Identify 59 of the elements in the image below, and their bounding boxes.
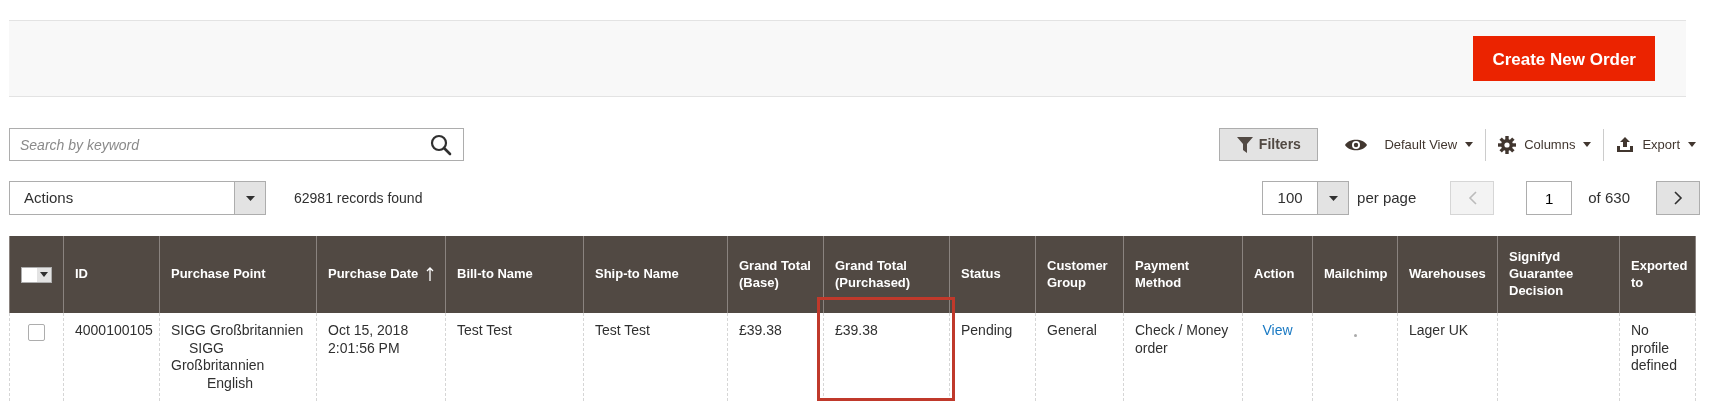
row-checkbox[interactable]	[28, 324, 45, 341]
column-header[interactable]: Exported to	[1619, 236, 1696, 313]
create-new-order-button[interactable]: Create New Order	[1473, 36, 1655, 81]
table-cell: Oct 15, 2018 2:01:56 PM	[316, 313, 446, 401]
column-header[interactable]: Warehouses	[1397, 236, 1498, 313]
column-header[interactable]: Signifyd Guarantee Decision	[1497, 236, 1620, 313]
column-header[interactable]: Purchase Point	[159, 236, 317, 313]
purchase-point-line: English	[206, 374, 254, 392]
per-page-select[interactable]: 100	[1262, 181, 1350, 215]
table-cell: £39.38	[727, 313, 824, 401]
upload-icon	[1616, 136, 1635, 153]
column-header[interactable]: ID	[63, 236, 160, 313]
next-page-button[interactable]	[1656, 181, 1700, 215]
caret-icon	[1465, 142, 1474, 147]
table-cell: General	[1035, 313, 1124, 401]
purchase-point-line: SIGG Großbritannien	[171, 339, 266, 375]
table-cell: Check / Money order	[1123, 313, 1243, 401]
records-count: 62981 records found	[293, 188, 423, 208]
caret-icon	[1688, 142, 1696, 147]
column-header[interactable]: Customer Group	[1035, 236, 1124, 313]
table-cell: 4000100105	[63, 313, 160, 401]
column-header[interactable]: Bill-to Name	[445, 236, 584, 313]
column-header[interactable]: Status	[949, 236, 1036, 313]
default-view-dropdown[interactable]: Default View	[1332, 134, 1486, 155]
purchase-point-line: SIGG Großbritannien	[171, 322, 305, 340]
column-header[interactable]: Action	[1242, 236, 1313, 313]
filters-button[interactable]: Filters	[1219, 128, 1319, 161]
table-cell: £39.38	[823, 313, 950, 401]
column-header[interactable]: Purchase Date	[328, 266, 419, 283]
search-icon[interactable]	[430, 134, 452, 156]
filter-icon	[1236, 136, 1253, 153]
column-header[interactable]: Payment Method	[1123, 236, 1243, 313]
caret-icon	[1328, 195, 1338, 201]
caret-icon	[40, 272, 49, 277]
table-cell: No profile defined	[1619, 313, 1696, 401]
caret-icon	[245, 195, 255, 201]
page-total: of 630	[1588, 187, 1630, 208]
table-cell: Lager UK	[1397, 313, 1498, 401]
caret-icon	[1583, 142, 1592, 147]
column-header[interactable]: Grand Total (Base)	[727, 236, 824, 313]
table-cell: Pending	[949, 313, 1036, 401]
columns-dropdown[interactable]: Columns	[1486, 134, 1604, 155]
actions-dropdown[interactable]: Actions	[9, 181, 266, 215]
search-field[interactable]: Search by keyword	[9, 128, 464, 161]
view-link[interactable]: View	[1262, 322, 1293, 338]
mass-select-checkbox[interactable]	[21, 266, 52, 283]
column-header[interactable]: Mailchimp	[1312, 236, 1398, 313]
per-page-label: per page	[1357, 187, 1417, 208]
column-header[interactable]: Grand Total (Purchased)	[823, 236, 950, 313]
table-cell: Test Test	[445, 313, 584, 401]
column-header[interactable]: Ship-to Name	[583, 236, 728, 313]
table-cell: Test Test	[583, 313, 728, 401]
chevron-right-icon	[1673, 191, 1683, 205]
export-dropdown[interactable]: Export	[1604, 134, 1708, 155]
page-number-field[interactable]: 1	[1526, 181, 1573, 215]
chevron-left-icon	[1467, 191, 1477, 205]
dot-icon	[1353, 333, 1357, 337]
gear-icon	[1498, 135, 1517, 154]
eye-icon	[1344, 137, 1369, 152]
